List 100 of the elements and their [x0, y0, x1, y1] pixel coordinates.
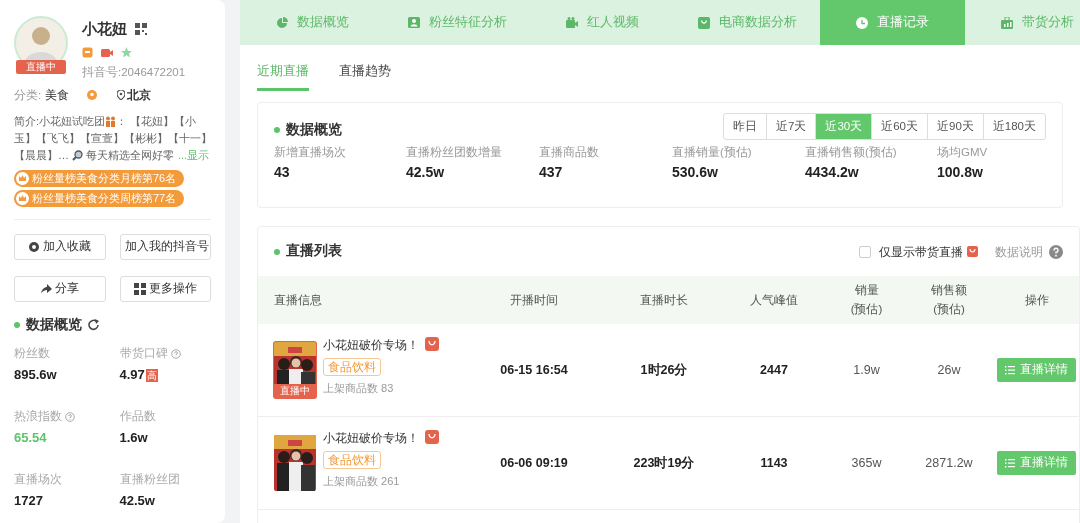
- action-button[interactable]: 更多操作: [119, 276, 211, 302]
- range-tab[interactable]: 近90天: [927, 114, 983, 140]
- list-icon: [1005, 365, 1015, 375]
- column-header: 操作: [1023, 292, 1050, 308]
- metric-label: 直播粉丝团数增量: [406, 145, 503, 161]
- sales-value: 365w: [850, 454, 883, 472]
- bio-text: 每天精选全网好零: [86, 148, 174, 163]
- nav-tab[interactable]: 带货分析: [965, 0, 1080, 45]
- stat-value: 1.6w: [119, 429, 148, 448]
- metric-label: 直播销量(预估): [672, 145, 753, 161]
- metric-label: 新增直播场次: [274, 145, 347, 161]
- metric-label: 直播商品数: [539, 145, 600, 161]
- stat-value: 1727: [14, 492, 43, 511]
- action-button[interactable]: 加入收藏: [14, 234, 106, 260]
- help-icon: [170, 348, 181, 359]
- douyin-id: 抖音号:2046472201: [82, 64, 186, 80]
- rank-text: 粉丝量榜美食分类周榜第77名: [32, 191, 177, 206]
- show-more-link[interactable]: ...显示: [178, 147, 210, 164]
- checkbox[interactable]: [859, 245, 871, 258]
- category-tag: 食品饮料: [323, 451, 381, 470]
- stat-value: 895.6w: [14, 366, 57, 385]
- stat-label: 热浪指数: [14, 409, 62, 424]
- range-tab[interactable]: 昨日: [724, 114, 766, 140]
- revenue-value: 26w: [936, 361, 962, 379]
- action-button[interactable]: 加入我的抖音号: [119, 234, 211, 260]
- refresh-icon: [88, 318, 100, 331]
- profile-name: 小花妞: [82, 19, 127, 39]
- revenue-value: 2871.2w: [924, 454, 974, 472]
- section-title: 数据概览: [26, 315, 82, 334]
- live-badge: 直播中: [16, 60, 66, 74]
- stat-label: 粉丝数: [14, 346, 50, 361]
- location-icon: [117, 90, 126, 101]
- list-icon: [1005, 458, 1015, 468]
- start-time: 06-06 09:19: [499, 454, 569, 472]
- live-title: 小花妞破价专场！: [323, 431, 419, 446]
- clock-icon: [856, 16, 868, 29]
- duration: 223时19分: [632, 454, 696, 472]
- column-header: 开播时间: [509, 292, 559, 308]
- stat-value: 4.97: [119, 366, 145, 385]
- bio-text: 【晨晨】…: [14, 148, 69, 163]
- metric-label: 场均GMV: [937, 145, 989, 161]
- sub-tab[interactable]: 直播趋势: [339, 62, 391, 91]
- metric-label: 直播销售额(预估): [805, 145, 898, 161]
- help-icon: [1049, 244, 1063, 259]
- bar-chart-icon: [1001, 16, 1013, 29]
- person-card-icon: [408, 16, 420, 29]
- status-dot-icon: [14, 321, 20, 328]
- metric-value: 530.6w: [672, 162, 719, 182]
- peak-viewers: 2447: [759, 361, 789, 379]
- star-icon: [121, 46, 132, 58]
- stat-value: 65.54: [14, 429, 47, 448]
- location-text: 北京: [127, 87, 152, 103]
- rating-badge: 高: [145, 368, 158, 382]
- qr-code-icon: [135, 23, 147, 36]
- nav-tab[interactable]: 粉丝特征分析: [385, 0, 530, 45]
- column-header: 人气峰值: [749, 292, 799, 308]
- share-icon: [40, 283, 53, 295]
- column-header: 销量 (预估): [849, 283, 884, 317]
- nav-tab[interactable]: 电商数据分析: [675, 0, 820, 45]
- stat-value: 42.5w: [119, 492, 155, 511]
- metric-value: 42.5w: [406, 162, 446, 182]
- nav-tab[interactable]: 红人视频: [530, 0, 675, 45]
- bio-text: ： 【花妞】【小: [116, 114, 197, 129]
- details-button[interactable]: 直播详情: [997, 451, 1076, 475]
- metric-value: 437: [539, 162, 564, 182]
- category-label: 分类:: [14, 87, 42, 103]
- shop-icon: [82, 46, 93, 58]
- range-tab[interactable]: 近30天: [815, 114, 872, 140]
- start-time: 06-15 16:54: [499, 361, 569, 379]
- stat-label: 带货口碑: [119, 346, 168, 361]
- metric-value: 100.8w: [937, 162, 984, 182]
- sub-tab[interactable]: 近期直播: [257, 62, 309, 91]
- live-badge: 直播中: [274, 384, 316, 398]
- section-title: 数据概览: [286, 121, 342, 139]
- action-button[interactable]: 分享: [14, 276, 106, 302]
- grid-icon: [133, 283, 146, 295]
- section-title: 直播列表: [286, 242, 342, 261]
- details-button[interactable]: 直播详情: [997, 358, 1076, 382]
- range-tab[interactable]: 近60天: [871, 114, 927, 140]
- pie-chart-icon: [276, 16, 288, 29]
- nav-tab[interactable]: 数据概览: [240, 0, 385, 45]
- column-header: 直播信息: [274, 292, 323, 308]
- help-link[interactable]: 数据说明: [995, 242, 1043, 261]
- video-icon: [101, 46, 113, 58]
- rank-text: 粉丝量榜美食分类月榜第76名: [32, 171, 177, 186]
- shopping-bag-icon: [967, 246, 978, 257]
- product-count: 上架商品数 261: [323, 474, 400, 490]
- peak-viewers: 1143: [759, 454, 789, 472]
- status-dot-icon: [274, 127, 280, 134]
- search-icon: [72, 150, 83, 161]
- stat-label: 直播场次: [14, 472, 62, 487]
- duration: 1时26分: [639, 361, 689, 379]
- shopping-bag-icon: [425, 336, 439, 351]
- shopping-bag-icon: [425, 429, 439, 444]
- stat-label: 作品数: [119, 409, 156, 424]
- range-tab[interactable]: 近180天: [982, 114, 1045, 140]
- nav-tab[interactable]: 直播记录: [820, 0, 965, 45]
- metric-value: 4434.2w: [805, 162, 860, 182]
- column-header: 销售额 (预估): [930, 283, 968, 317]
- video-camera-icon: [566, 16, 578, 29]
